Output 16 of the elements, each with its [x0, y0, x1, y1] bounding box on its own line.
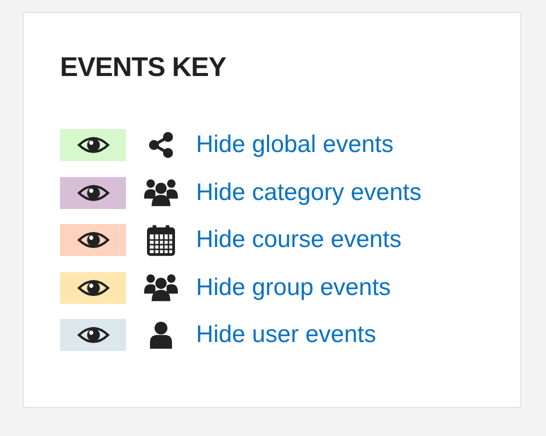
hide-link[interactable]: Hide group events	[196, 274, 391, 302]
hide-link[interactable]: Hide global events	[196, 131, 394, 159]
eye-icon[interactable]	[76, 135, 110, 155]
calendar-icon	[147, 224, 175, 256]
share-icon	[148, 131, 174, 159]
card-title: EVENTS KEY	[60, 51, 228, 83]
hide-link[interactable]: Hide course events	[196, 226, 402, 254]
eye-icon[interactable]	[76, 230, 110, 250]
eye-icon[interactable]	[76, 182, 110, 202]
hide-link[interactable]: Hide category events	[196, 178, 422, 206]
eye-icon[interactable]	[76, 325, 110, 345]
hide-link[interactable]: Hide user events	[196, 321, 376, 349]
group-icon	[144, 178, 178, 208]
eye-icon[interactable]	[76, 278, 110, 298]
user-icon	[150, 321, 172, 349]
group-icon	[144, 272, 178, 302]
